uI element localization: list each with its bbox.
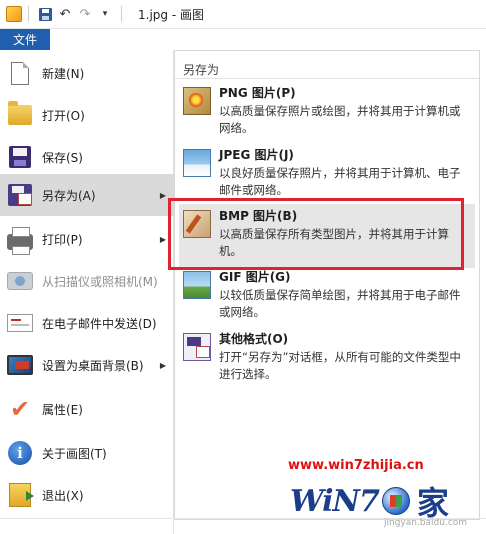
undo-button[interactable]: ↶ (55, 4, 75, 24)
option-title: 其他格式(O) (219, 332, 289, 346)
menu-item-from-scanner[interactable]: 从扫描仪或照相机(M) (0, 260, 174, 302)
menu-item-label: 保存(S) (42, 150, 83, 165)
toolbar-separator (121, 6, 122, 22)
watermark-url: www.win7zhijia.cn (288, 458, 424, 473)
undo-icon: ↶ (59, 6, 71, 22)
save-as-png-option[interactable]: PNG 图片(P) 以高质量保存照片或绘图，并将其用于计算机或网络。 (179, 81, 475, 145)
menu-item-label: 设置为桌面背景(B) (42, 358, 144, 373)
option-description: 以高质量保存照片或绘图，并将其用于计算机或网络。 (219, 104, 461, 135)
properties-check-icon: ✔ (9, 395, 31, 423)
menu-item-open[interactable]: 打开(O) (0, 94, 174, 136)
menu-item-print[interactable]: 打印(P) ▶ (0, 218, 174, 260)
scanner-icon (7, 272, 33, 290)
file-menu: 新建(N) 打开(O) 保存(S) 另存为(A) ▶ 打印(P) ▶ 从扫描仪或… (0, 50, 174, 534)
option-description: 以良好质量保存照片，并将其用于计算机、电子邮件或网络。 (219, 166, 461, 197)
windows-logo-icon (381, 487, 410, 515)
open-folder-icon (8, 101, 32, 125)
menu-item-send-email[interactable]: 在电子邮件中发送(D) (0, 302, 174, 344)
info-icon: i (8, 441, 32, 465)
save-as-gif-option[interactable]: GIF 图片(G) 以较低质量保存简单绘图，并将其用于电子邮件或网络。 (179, 265, 475, 329)
submenu-arrow-icon: ▶ (159, 360, 166, 370)
annotation-highlight-box (168, 198, 464, 270)
jpeg-picture-icon (183, 149, 211, 177)
png-picture-icon (183, 87, 211, 115)
menu-item-label: 另存为(A) (42, 188, 96, 203)
save-icon (9, 146, 31, 168)
option-title: JPEG 图片(J) (219, 148, 294, 162)
menu-item-label: 退出(X) (42, 488, 84, 503)
submenu-arrow-icon: ▶ (159, 234, 166, 244)
divider (175, 78, 479, 79)
submenu-arrow-icon: ▶ (159, 190, 166, 200)
menu-item-new[interactable]: 新建(N) (0, 52, 174, 94)
exit-icon (9, 483, 34, 507)
redo-button[interactable]: ↷ (75, 4, 95, 24)
dropdown-icon: ▾ (102, 9, 108, 19)
toolbar-separator (28, 6, 29, 22)
desktop-background-icon (7, 355, 33, 375)
menu-item-exit[interactable]: 退出(X) (0, 474, 174, 516)
option-description: 打开“另存为”对话框，从所有可能的文件类型中进行选择。 (219, 350, 461, 381)
quick-save-button[interactable] (35, 4, 55, 24)
menu-item-about-paint[interactable]: i 关于画图(T) (0, 432, 174, 474)
ribbon-tab-bar: 文件 (0, 29, 486, 50)
email-icon (7, 314, 33, 332)
menu-item-label: 在电子邮件中发送(D) (42, 316, 157, 331)
watermark-small-text: jingyan.baidu.com (384, 518, 468, 528)
gif-picture-icon (183, 271, 211, 299)
menu-item-label: 打印(P) (42, 232, 83, 247)
menu-item-label: 属性(E) (42, 402, 83, 417)
redo-icon: ↷ (79, 6, 91, 22)
save-as-submenu: 另存为 PNG 图片(P) 以高质量保存照片或绘图，并将其用于计算机或网络。 J… (174, 50, 480, 520)
option-title: PNG 图片(P) (219, 86, 296, 100)
option-title: GIF 图片(G) (219, 270, 291, 284)
window-title: 1.jpg - 画图 (138, 7, 204, 22)
save-icon (38, 7, 52, 21)
option-description: 以较低质量保存简单绘图，并将其用于电子邮件或网络。 (219, 288, 461, 319)
menu-item-label: 新建(N) (42, 66, 85, 81)
menu-item-label: 打开(O) (42, 108, 85, 123)
save-as-other-formats-option[interactable]: 其他格式(O) 打开“另存为”对话框，从所有可能的文件类型中进行选择。 (179, 327, 475, 391)
menu-item-set-desktop-background[interactable]: 设置为桌面背景(B) ▶ (0, 344, 174, 386)
menu-item-save-as[interactable]: 另存为(A) ▶ (0, 174, 174, 216)
title-bar: ↶ ↷ ▾ 1.jpg - 画图 (0, 0, 486, 29)
submenu-header: 另存为 (183, 63, 220, 77)
new-document-icon (11, 61, 29, 85)
menu-item-label: 关于画图(T) (42, 446, 107, 461)
paint-app-icon[interactable] (6, 6, 22, 22)
other-formats-icon (183, 333, 211, 361)
menu-item-properties[interactable]: ✔ 属性(E) (0, 388, 174, 430)
menu-item-label: 从扫描仪或照相机(M) (42, 274, 158, 289)
tab-file[interactable]: 文件 (0, 29, 50, 50)
customize-toolbar-button[interactable]: ▾ (95, 4, 115, 24)
save-as-icon (8, 184, 32, 206)
printer-icon (7, 227, 33, 255)
menu-item-save[interactable]: 保存(S) (0, 136, 174, 178)
watermark-logo-text: WiN7 (290, 483, 380, 519)
